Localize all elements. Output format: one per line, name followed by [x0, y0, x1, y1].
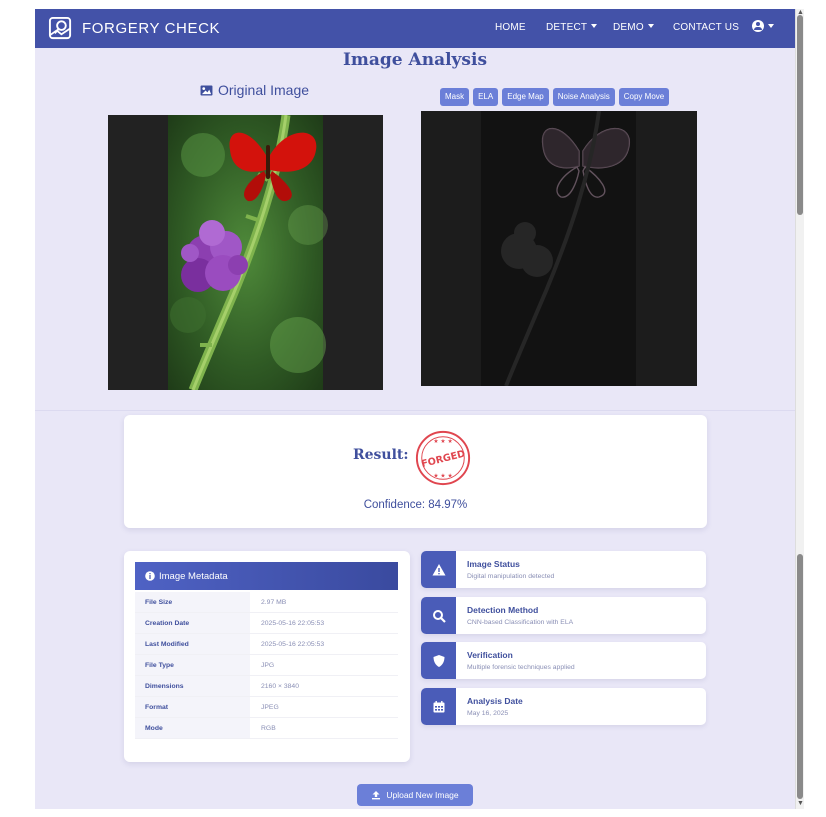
status-card-image-status: Image Status Digital manipulation detect…: [421, 551, 706, 588]
tab-noise-analysis[interactable]: Noise Analysis: [552, 88, 615, 106]
table-row: Dimensions 2160 × 3840: [135, 675, 398, 697]
svg-text:★ ★ ★: ★ ★ ★: [433, 472, 452, 479]
page-title: Image Analysis: [342, 50, 488, 70]
status-icon-box: [421, 597, 456, 634]
status-title: Verification: [467, 650, 513, 660]
user-avatar-icon: [752, 20, 764, 32]
table-row: File Type JPG: [135, 654, 398, 676]
section-divider: [35, 410, 795, 411]
svg-text:★ ★ ★: ★ ★ ★: [433, 438, 452, 445]
metadata-value: 2.97 MB: [250, 592, 398, 613]
chevron-down-icon: [647, 24, 654, 28]
analysis-tabs: Mask ELA Edge Map Noise Analysis Copy Mo…: [440, 88, 673, 106]
nav-home[interactable]: HOME: [495, 22, 526, 33]
tab-copy-move[interactable]: Copy Move: [618, 88, 670, 106]
metadata-key: Dimensions: [135, 675, 250, 697]
calendar-icon: [433, 700, 444, 712]
status-card-detection-method: Detection Method CNN-based Classificatio…: [421, 597, 706, 634]
original-image-heading: Original Image: [200, 82, 309, 98]
nav-demo-label: DEMO: [613, 22, 644, 33]
metadata-value: JPG: [250, 654, 398, 676]
search-icon: [432, 609, 446, 623]
result-card: Result: ★ ★ ★ ★ ★ ★ FORGED Confidence: 8…: [124, 415, 707, 528]
page-viewport: FORGERY CHECK HOME DETECT DEMO CONTACT U…: [35, 9, 795, 809]
image-icon: [200, 84, 213, 96]
upload-icon: [372, 791, 381, 800]
metadata-value: 2025-05-16 22:05:53: [250, 633, 398, 655]
status-desc: Multiple forensic techniques applied: [467, 664, 575, 671]
original-image: [108, 115, 383, 390]
metadata-value: JPEG: [250, 696, 398, 718]
metadata-key: Mode: [135, 717, 250, 739]
metadata-card: Image Metadata File Size 2.97 MB Creation…: [124, 551, 410, 762]
navbar: FORGERY CHECK HOME DETECT DEMO CONTACT U…: [35, 9, 795, 48]
table-row: Last Modified 2025-05-16 22:05:53: [135, 633, 398, 655]
metadata-key: File Type: [135, 654, 250, 676]
metadata-value: 2025-05-16 22:05:53: [250, 612, 398, 634]
table-row: File Size 2.97 MB: [135, 592, 398, 613]
status-desc: Digital manipulation detected: [467, 573, 555, 580]
chevron-down-icon: [768, 24, 774, 28]
warning-icon: [432, 563, 445, 575]
scrollbar-thumb[interactable]: [797, 15, 803, 215]
nav-demo[interactable]: DEMO: [613, 22, 654, 33]
brand[interactable]: FORGERY CHECK: [48, 16, 220, 41]
table-row: Format JPEG: [135, 696, 398, 718]
shield-icon: [433, 654, 444, 667]
status-desc: CNN-based Classification with ELA: [467, 619, 574, 626]
status-desc: May 16, 2025: [467, 710, 509, 717]
metadata-key: Creation Date: [135, 612, 250, 634]
metadata-value: 2160 × 3840: [250, 675, 398, 697]
ela-result-image: [421, 111, 697, 386]
upload-button-label: Upload New Image: [386, 790, 459, 800]
status-card-verification: Verification Multiple forensic technique…: [421, 642, 706, 679]
status-card-analysis-date: Analysis Date May 16, 2025: [421, 688, 706, 725]
tab-edge-map[interactable]: Edge Map: [502, 88, 549, 106]
metadata-title: Image Metadata: [159, 570, 228, 582]
info-icon: [145, 571, 155, 581]
metadata-header: Image Metadata: [135, 562, 398, 590]
brand-name: FORGERY CHECK: [82, 20, 221, 37]
status-title: Detection Method: [467, 605, 539, 615]
scrollbar-thumb[interactable]: [797, 554, 803, 799]
metadata-value: RGB: [250, 717, 398, 739]
confidence-text: Confidence: 84.97%: [363, 499, 468, 511]
metadata-key: File Size: [135, 592, 250, 613]
ela-image: [421, 111, 697, 386]
chevron-down-icon: [591, 24, 598, 28]
nav-detect-label: DETECT: [546, 22, 588, 33]
result-label: Result:: [353, 447, 409, 463]
status-icon-box: [421, 551, 456, 588]
metadata-key: Format: [135, 696, 250, 718]
metadata-key: Last Modified: [135, 633, 250, 655]
upload-new-image-button[interactable]: Upload New Image: [357, 784, 473, 806]
butterfly-flower-photo: [108, 115, 383, 390]
tab-mask[interactable]: Mask: [440, 88, 470, 106]
metadata-table: File Size 2.97 MB Creation Date 2025-05-16…: [135, 592, 398, 739]
status-icon-box: [421, 688, 456, 725]
stamp-text: FORGED: [420, 449, 466, 471]
nav-detect[interactable]: DETECT: [546, 22, 598, 33]
image-search-logo-icon: [48, 16, 72, 40]
original-image-heading-label: Original Image: [218, 82, 310, 98]
status-title: Image Status: [467, 559, 520, 569]
table-row: Mode RGB: [135, 717, 398, 739]
tab-ela[interactable]: ELA: [473, 88, 499, 106]
scroll-down-arrow-icon[interactable]: ▼: [797, 800, 804, 808]
nav-contact[interactable]: CONTACT US: [673, 22, 739, 33]
user-menu[interactable]: [752, 20, 774, 32]
table-row: Creation Date 2025-05-16 22:05:53: [135, 612, 398, 634]
status-title: Analysis Date: [467, 696, 523, 706]
vertical-scrollbar[interactable]: ▲ ▼: [795, 9, 804, 809]
status-icon-box: [421, 642, 456, 679]
forged-stamp-icon: ★ ★ ★ ★ ★ ★ FORGED: [415, 430, 471, 486]
